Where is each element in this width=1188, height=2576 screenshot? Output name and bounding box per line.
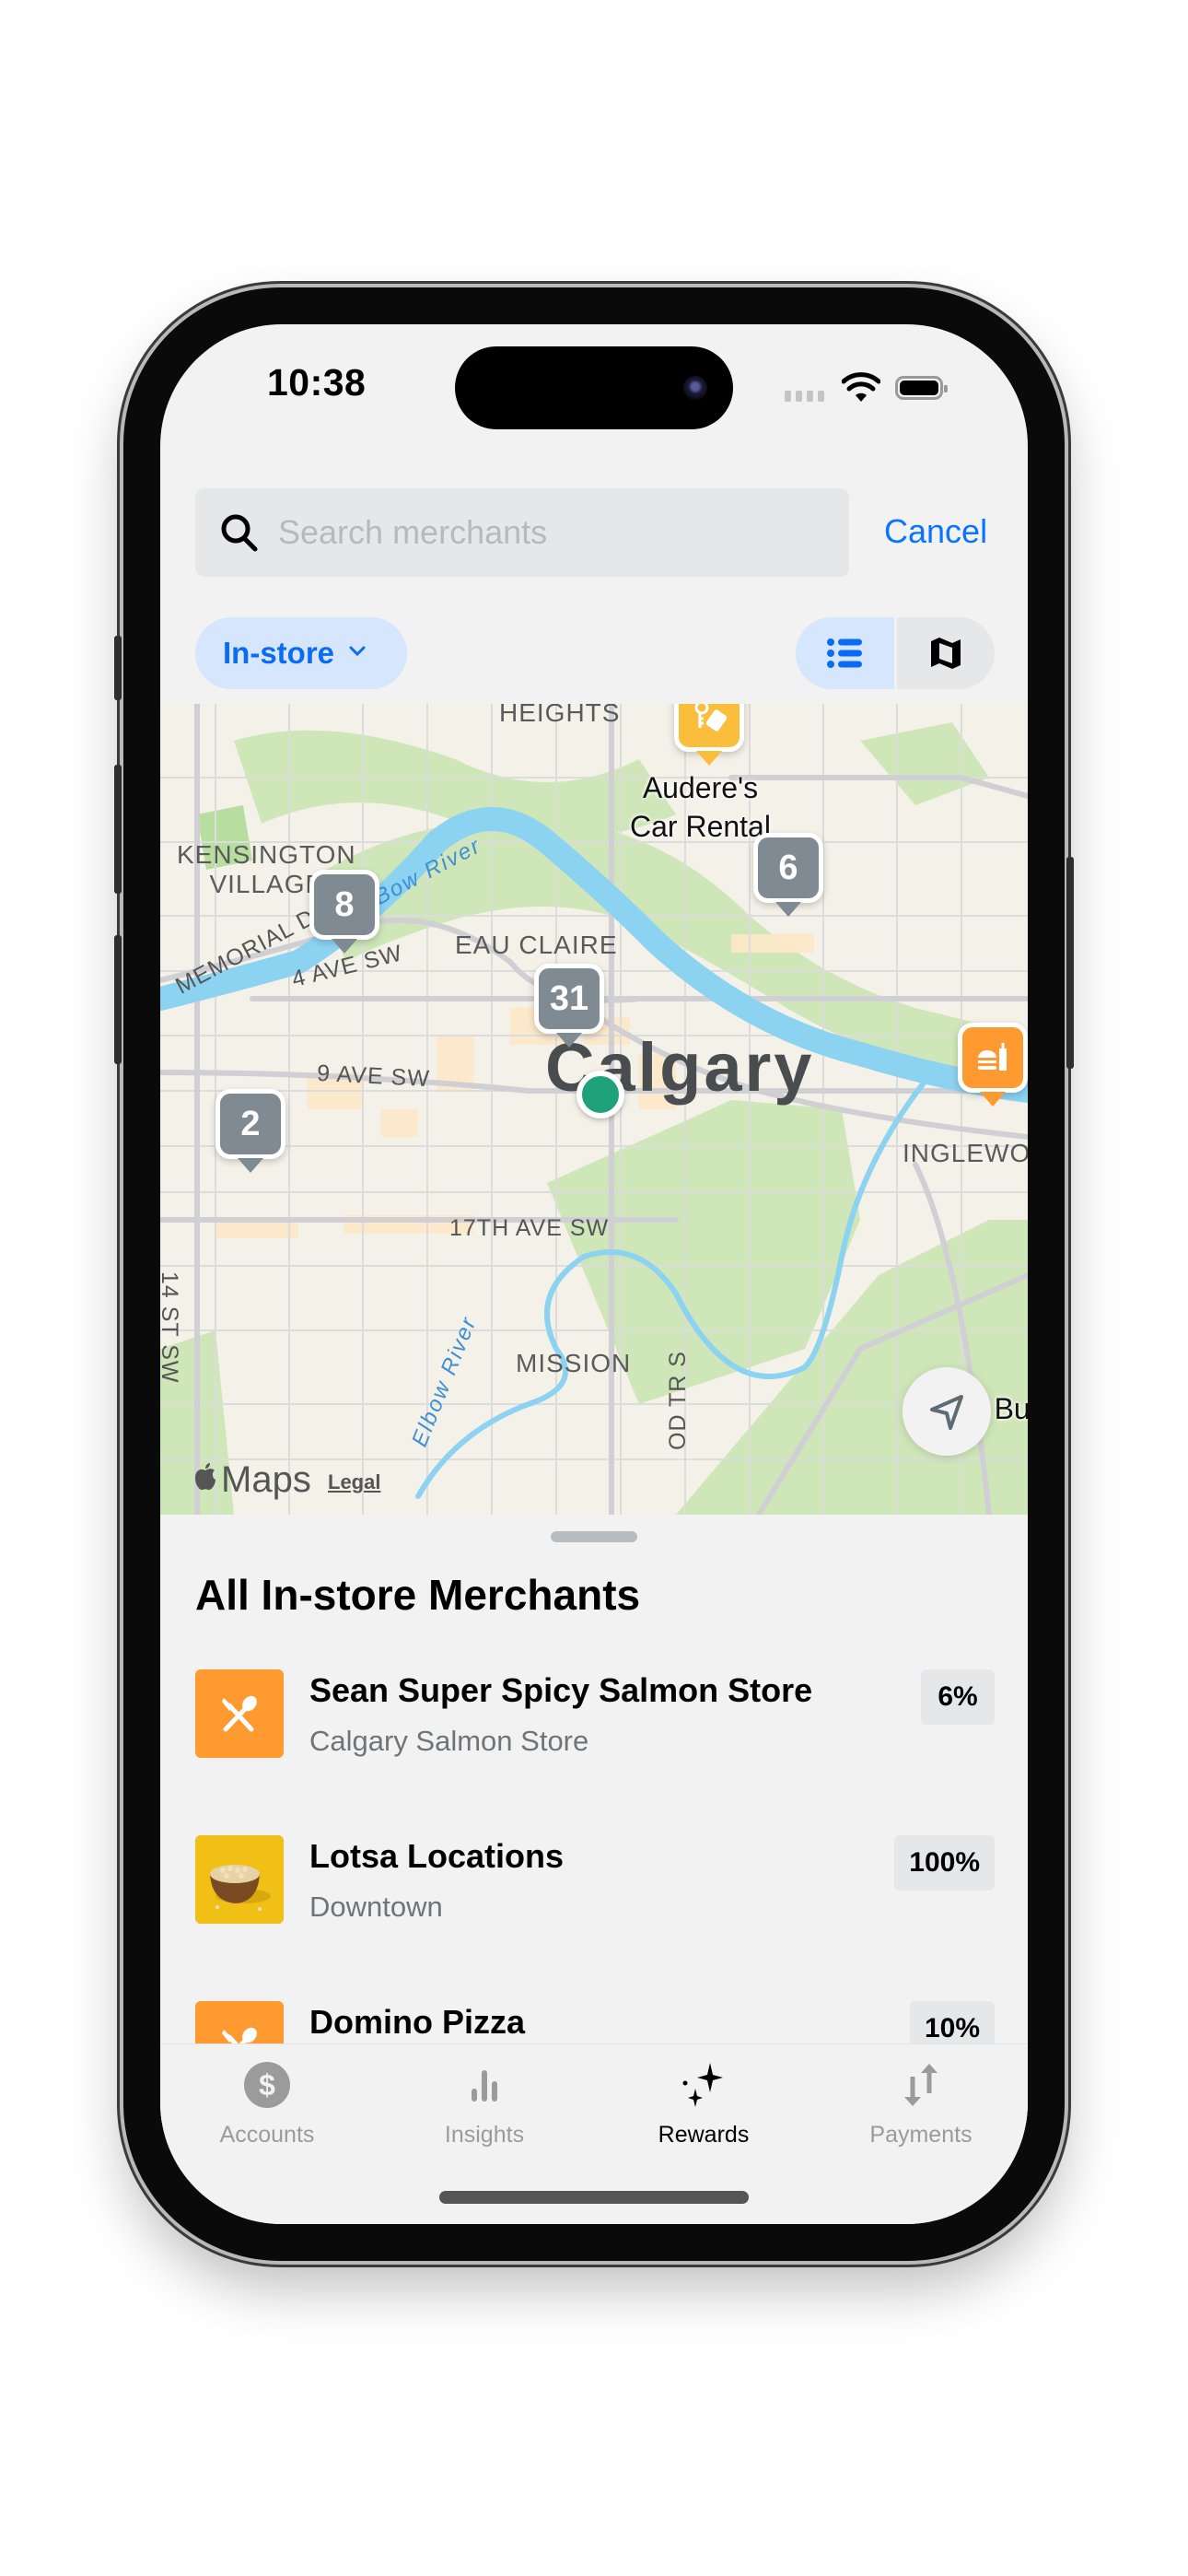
map-label-eau-claire: EAU CLAIRE <box>455 931 618 959</box>
user-location-dot <box>577 1071 624 1118</box>
legal-link[interactable]: Legal <box>328 1470 380 1494</box>
chevron-down-icon <box>349 645 366 662</box>
tab-label: Rewards <box>658 2122 750 2148</box>
apple-logo-icon <box>195 1463 215 1491</box>
volume-up-button <box>114 765 122 894</box>
map-cluster-pin[interactable]: 8 <box>309 870 379 940</box>
restaurant-icon <box>195 1669 284 1758</box>
apple-maps-attribution: Maps <box>193 1459 311 1501</box>
list-view-button[interactable] <box>796 617 894 689</box>
cellular-signal-icon <box>785 391 824 402</box>
tab-insights[interactable]: Insights <box>392 2057 577 2149</box>
home-indicator[interactable] <box>439 2191 749 2204</box>
action-button <box>114 636 122 700</box>
current-location-button[interactable] <box>903 1367 991 1456</box>
map-label-heights: HEIGHTS <box>499 704 621 727</box>
location-arrow-icon <box>930 1395 963 1430</box>
channel-filter-label: In-store <box>223 636 335 670</box>
sheet-grabber[interactable] <box>551 1531 637 1542</box>
status-time: 10:38 <box>267 361 367 404</box>
tab-accounts[interactable]: $ Accounts <box>175 2057 359 2149</box>
search-icon <box>217 510 262 555</box>
volume-down-button <box>114 935 122 1064</box>
street-label-tr-s: OD TR S <box>665 1351 691 1450</box>
poi-label-car-rental[interactable]: Audere's Car Rental <box>630 768 771 846</box>
map-cluster-pin[interactable]: 2 <box>215 1089 285 1159</box>
svg-text:$: $ <box>259 2068 275 2102</box>
cancel-button[interactable]: Cancel <box>884 512 987 551</box>
tab-label: Insights <box>444 2122 525 2148</box>
car-rental-key-icon <box>694 704 728 732</box>
merchant-name: Lotsa Locations <box>309 1837 565 1875</box>
merchant-name: Sean Super Spicy Salmon Store <box>309 1671 813 1709</box>
merchant-name: Domino Pizza <box>309 2003 526 2041</box>
search-bar[interactable] <box>195 488 849 577</box>
dollar-circle-icon: $ <box>243 2057 291 2113</box>
map-view[interactable]: HEIGHTS KENSINGTON VILLAGE EAU CLAIRE MI… <box>160 704 1028 1515</box>
view-mode-toggle <box>796 617 995 689</box>
street-label-17th-ave-sw: 17TH AVE SW <box>449 1215 610 1241</box>
merchant-location: Downtown <box>309 1891 443 1923</box>
poi-pin-fast-food[interactable] <box>958 1023 1028 1093</box>
merchant-location: Calgary Salmon Store <box>309 1725 589 1757</box>
tab-label: Payments <box>869 2122 973 2148</box>
fast-food-icon <box>978 1043 1007 1071</box>
reward-badge: 6% <box>921 1669 995 1725</box>
search-input[interactable] <box>276 512 796 553</box>
sparkles-icon <box>681 2057 727 2113</box>
power-button <box>1066 857 1074 1069</box>
channel-filter-dropdown[interactable]: In-store <box>195 617 407 689</box>
map-label-inglewood: INGLEWOOD <box>903 1139 1028 1167</box>
map-cluster-pin[interactable]: 6 <box>753 833 823 903</box>
merchant-list-item[interactable]: Lotsa Locations Downtown 100% <box>195 1835 995 1946</box>
food-bowl-photo <box>195 1835 284 1924</box>
tab-label: Accounts <box>219 2122 315 2148</box>
tab-rewards[interactable]: Rewards <box>611 2057 796 2149</box>
bar-chart-icon <box>466 2057 503 2113</box>
map-label-mission: MISSION <box>516 1349 632 1377</box>
maps-wordmark: Maps <box>221 1459 311 1500</box>
map-cluster-pin[interactable]: 31 <box>534 964 604 1034</box>
list-icon <box>827 638 863 668</box>
map-view-button[interactable] <box>896 617 995 689</box>
map-icon <box>930 638 961 669</box>
sheet-title: All In-store Merchants <box>195 1571 641 1619</box>
street-label-14-st-sw: 14 ST SW <box>160 1271 182 1384</box>
dynamic-island <box>455 346 733 429</box>
poi-pin-car-rental[interactable] <box>674 704 744 752</box>
screen: 10:38 Cancel In-store <box>160 324 1028 2224</box>
wifi-icon <box>841 372 881 408</box>
transfer-arrows-icon <box>901 2057 941 2113</box>
tab-payments[interactable]: Payments <box>829 2057 1013 2149</box>
merchant-list-item[interactable]: Sean Super Spicy Salmon Store Calgary Sa… <box>195 1669 995 1780</box>
camera-icon <box>683 376 707 400</box>
battery-icon <box>895 376 948 400</box>
reward-badge: 100% <box>894 1835 995 1891</box>
merchant-list-sheet: All In-store Merchants Sean Super Spicy … <box>160 1515 1028 2123</box>
